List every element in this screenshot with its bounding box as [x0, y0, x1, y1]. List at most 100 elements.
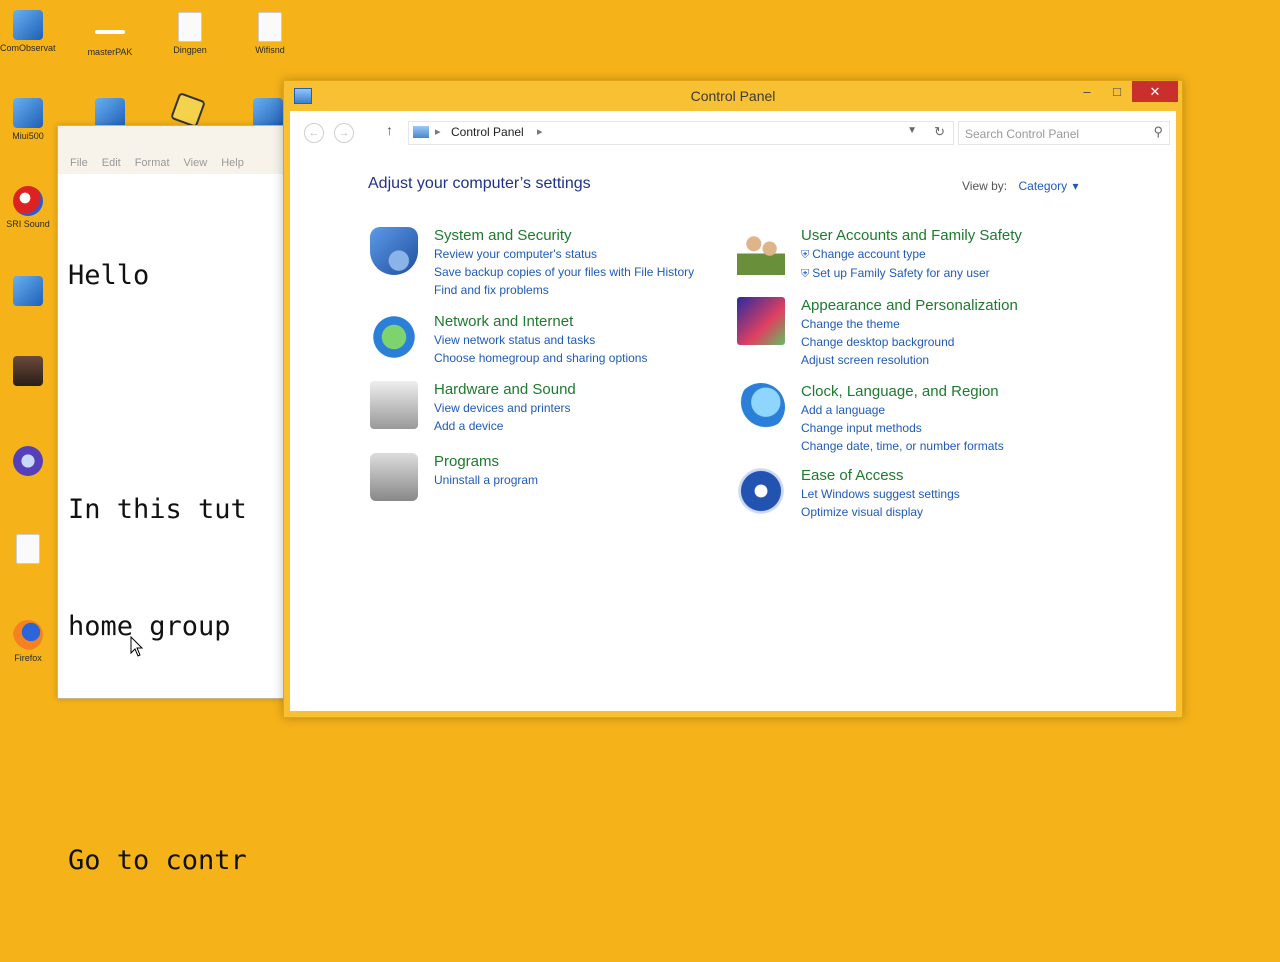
- dice-icon: [170, 92, 206, 128]
- desktop-icon[interactable]: [160, 92, 216, 128]
- desktop-icon[interactable]: Firefox: [0, 620, 56, 663]
- category-title[interactable]: Hardware and Sound: [434, 381, 576, 399]
- category-link[interactable]: Change desktop background: [801, 333, 1018, 351]
- browser-icon: [13, 446, 43, 476]
- notepad-text-area[interactable]: Hello In this tut home group Go to contr: [58, 174, 298, 962]
- desktop-icon[interactable]: [0, 276, 56, 306]
- app-icon: [253, 98, 283, 128]
- category-link[interactable]: ⛨ Change account type: [801, 245, 1022, 264]
- mouse-cursor-icon: [130, 636, 144, 657]
- desktop-icon-label: ComObservations: [0, 43, 56, 53]
- control-panel-icon: [413, 126, 429, 138]
- text-line: home group: [68, 611, 247, 642]
- category-link[interactable]: Uninstall a program: [434, 471, 538, 489]
- view-by-label: View by:: [962, 179, 1008, 193]
- category-link[interactable]: Save backup copies of your files with Fi…: [434, 263, 694, 281]
- category-link[interactable]: Find and fix problems: [434, 281, 694, 299]
- text-line: [68, 724, 288, 763]
- menu-format[interactable]: Format: [135, 157, 170, 169]
- category-link[interactable]: View devices and printers: [434, 399, 576, 417]
- document-icon: [178, 12, 202, 42]
- category-link[interactable]: View network status and tasks: [434, 331, 647, 349]
- category-link[interactable]: Review your computer's status: [434, 245, 694, 263]
- text-line: Hello: [68, 260, 150, 291]
- programs-icon: [370, 453, 418, 501]
- view-by: View by: Category ▾: [962, 179, 1079, 193]
- chevron-right-icon: ▸: [435, 126, 441, 138]
- chevron-down-icon[interactable]: ▾: [1073, 179, 1079, 193]
- category-link[interactable]: Choose homegroup and sharing options: [434, 349, 647, 367]
- category-title[interactable]: Appearance and Personalization: [801, 297, 1018, 315]
- desktop-icon[interactable]: Wifisnd: [242, 12, 298, 55]
- category-link[interactable]: Add a device: [434, 417, 576, 435]
- category-title[interactable]: User Accounts and Family Safety: [801, 227, 1022, 245]
- minimize-button[interactable]: –: [1072, 81, 1102, 102]
- category-link[interactable]: Change the theme: [801, 315, 1018, 333]
- control-panel-content: ← → ↑ ▸ Control Panel ▸ ▼ ↻ ⚲ Adjust you…: [290, 111, 1176, 711]
- category-link[interactable]: Optimize visual display: [801, 503, 960, 521]
- document-icon: [16, 534, 40, 564]
- text-line: [68, 373, 288, 412]
- desktop-icon-label: Firefox: [14, 653, 42, 663]
- search-box[interactable]: ⚲: [958, 121, 1170, 145]
- menu-edit[interactable]: Edit: [102, 157, 121, 169]
- breadcrumb-control-panel[interactable]: Control Panel: [451, 125, 524, 139]
- navigation-bar: ← → ↑ ▸ Control Panel ▸ ▼ ↻ ⚲: [290, 121, 1176, 145]
- back-button[interactable]: ←: [304, 123, 324, 143]
- desktop-icon[interactable]: Dingpen: [162, 12, 218, 55]
- window-titlebar[interactable]: Control Panel – □ ✕: [284, 81, 1182, 111]
- desktop-icon[interactable]: [0, 534, 56, 564]
- desktop-icon[interactable]: SRI Sound: [0, 186, 56, 229]
- forward-button[interactable]: →: [334, 123, 354, 143]
- category-link[interactable]: ⛨ Set up Family Safety for any user: [801, 264, 1022, 283]
- notepad-window[interactable]: File Edit Format View Help Hello In this…: [57, 125, 299, 876]
- notepad-titlebar[interactable]: [58, 126, 298, 152]
- shield-icon: [370, 227, 418, 275]
- category-title[interactable]: System and Security: [434, 227, 694, 245]
- network-globe-icon: [370, 313, 418, 361]
- firefox-icon: [13, 620, 43, 650]
- desktop-icon-label: SRI Sound: [6, 219, 50, 229]
- desktop-icon[interactable]: [0, 446, 56, 476]
- category-link[interactable]: Adjust screen resolution: [801, 351, 1018, 369]
- search-icon[interactable]: ⚲: [1153, 124, 1163, 140]
- document-icon: [258, 12, 282, 42]
- control-panel-window[interactable]: Control Panel – □ ✕ ← → ↑ ▸ Control Pane…: [283, 80, 1183, 718]
- category-title[interactable]: Network and Internet: [434, 313, 647, 331]
- menu-file[interactable]: File: [70, 157, 88, 169]
- category-title[interactable]: Programs: [434, 453, 538, 471]
- desktop-icon[interactable]: [82, 98, 138, 128]
- desktop-icon-label: Miui500: [12, 131, 44, 141]
- photo-icon: [13, 356, 43, 386]
- desktop-icon[interactable]: Miui500: [0, 98, 56, 141]
- category-link[interactable]: Let Windows suggest settings: [801, 485, 960, 503]
- text-line: Go to contr: [68, 845, 247, 876]
- close-button[interactable]: ✕: [1132, 81, 1178, 102]
- menu-help[interactable]: Help: [221, 157, 244, 169]
- category-link[interactable]: Change date, time, or number formats: [801, 437, 1004, 455]
- refresh-icon[interactable]: ↻: [934, 124, 945, 140]
- category-title[interactable]: Clock, Language, and Region: [801, 383, 1004, 401]
- view-by-dropdown[interactable]: Category: [1018, 179, 1067, 193]
- search-input[interactable]: [963, 124, 1137, 144]
- desktop-icon[interactable]: [0, 356, 56, 386]
- category-link[interactable]: Change input methods: [801, 419, 1004, 437]
- category-title[interactable]: Ease of Access: [801, 467, 960, 485]
- menu-view[interactable]: View: [184, 157, 208, 169]
- up-arrow-icon[interactable]: ↑: [386, 122, 393, 138]
- window-title: Control Panel: [690, 88, 776, 104]
- app-icon: [95, 30, 125, 34]
- desktop-icon[interactable]: ComObservations: [0, 10, 56, 53]
- ease-of-access-icon: [737, 467, 785, 515]
- category-link[interactable]: Add a language: [801, 401, 1004, 419]
- app-icon: [13, 10, 43, 40]
- chevron-right-icon[interactable]: ▸: [537, 125, 543, 138]
- desktop-icon[interactable]: masterPAK: [82, 10, 138, 57]
- printer-icon: [370, 381, 418, 429]
- uac-shield-icon: ⛨: [801, 249, 810, 261]
- desktop-icon-label: Dingpen: [173, 45, 207, 55]
- address-bar[interactable]: ▸ Control Panel ▸ ▼ ↻: [408, 121, 954, 145]
- users-icon: [737, 227, 785, 275]
- chevron-down-icon[interactable]: ▼: [907, 125, 917, 136]
- maximize-button[interactable]: □: [1102, 81, 1132, 102]
